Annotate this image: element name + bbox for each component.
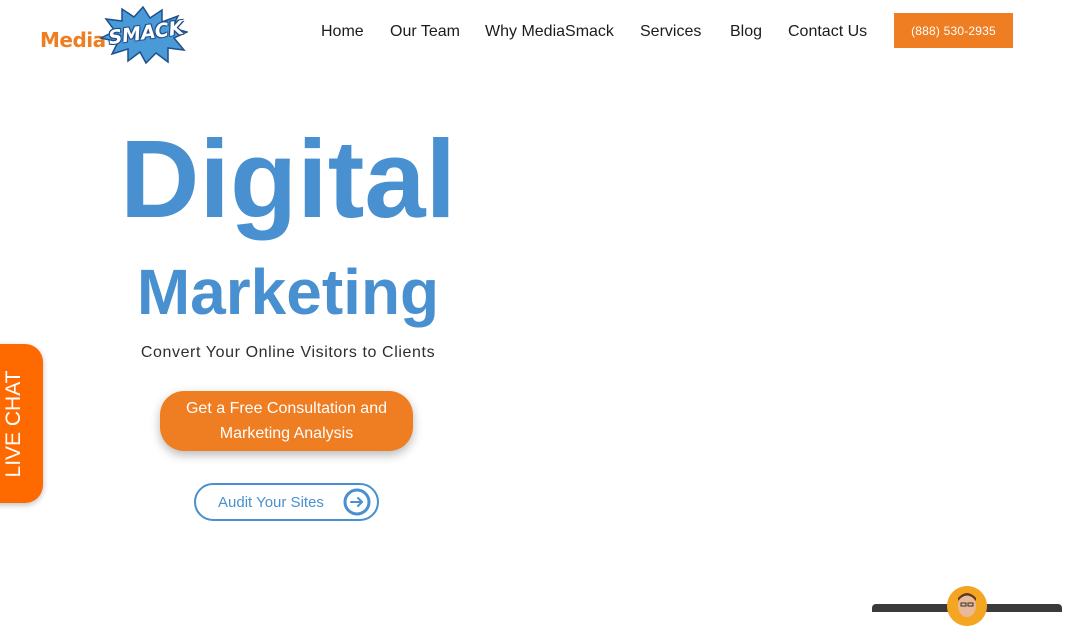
nav-home[interactable]: Home bbox=[321, 20, 364, 44]
nav-blog[interactable]: Blog bbox=[730, 20, 762, 44]
nav-why-mediasmack[interactable]: Why MediaSmack bbox=[485, 20, 614, 44]
nav-our-team[interactable]: Our Team bbox=[390, 20, 460, 44]
hero-title-line1: Digital bbox=[119, 118, 457, 241]
phone-button[interactable]: (888) 530-2935 bbox=[894, 13, 1013, 48]
site-logo[interactable]: Media SMACK bbox=[38, 6, 188, 64]
hero-subtitle: Convert Your Online Visitors to Clients bbox=[140, 344, 436, 361]
free-consultation-label: Get a Free Consultation and Marketing An… bbox=[185, 400, 387, 442]
live-chat-label: LIVE CHAT bbox=[2, 370, 25, 478]
hero-title-line2: Marketing bbox=[136, 256, 440, 328]
nav-contact-us[interactable]: Contact Us bbox=[788, 20, 867, 44]
audit-sites-label: Audit Your Sites bbox=[218, 494, 324, 511]
arrow-right-circle-icon bbox=[343, 488, 371, 516]
free-consultation-button[interactable]: Get a Free Consultation and Marketing An… bbox=[160, 391, 413, 451]
audit-sites-button[interactable]: Audit Your Sites bbox=[194, 483, 379, 521]
live-chat-tab[interactable]: LIVE CHAT bbox=[0, 344, 43, 503]
chat-agent-avatar[interactable] bbox=[947, 586, 987, 626]
logo-word-media: Media bbox=[40, 28, 106, 52]
nav-services[interactable]: Services bbox=[640, 20, 701, 44]
person-icon bbox=[947, 586, 987, 626]
